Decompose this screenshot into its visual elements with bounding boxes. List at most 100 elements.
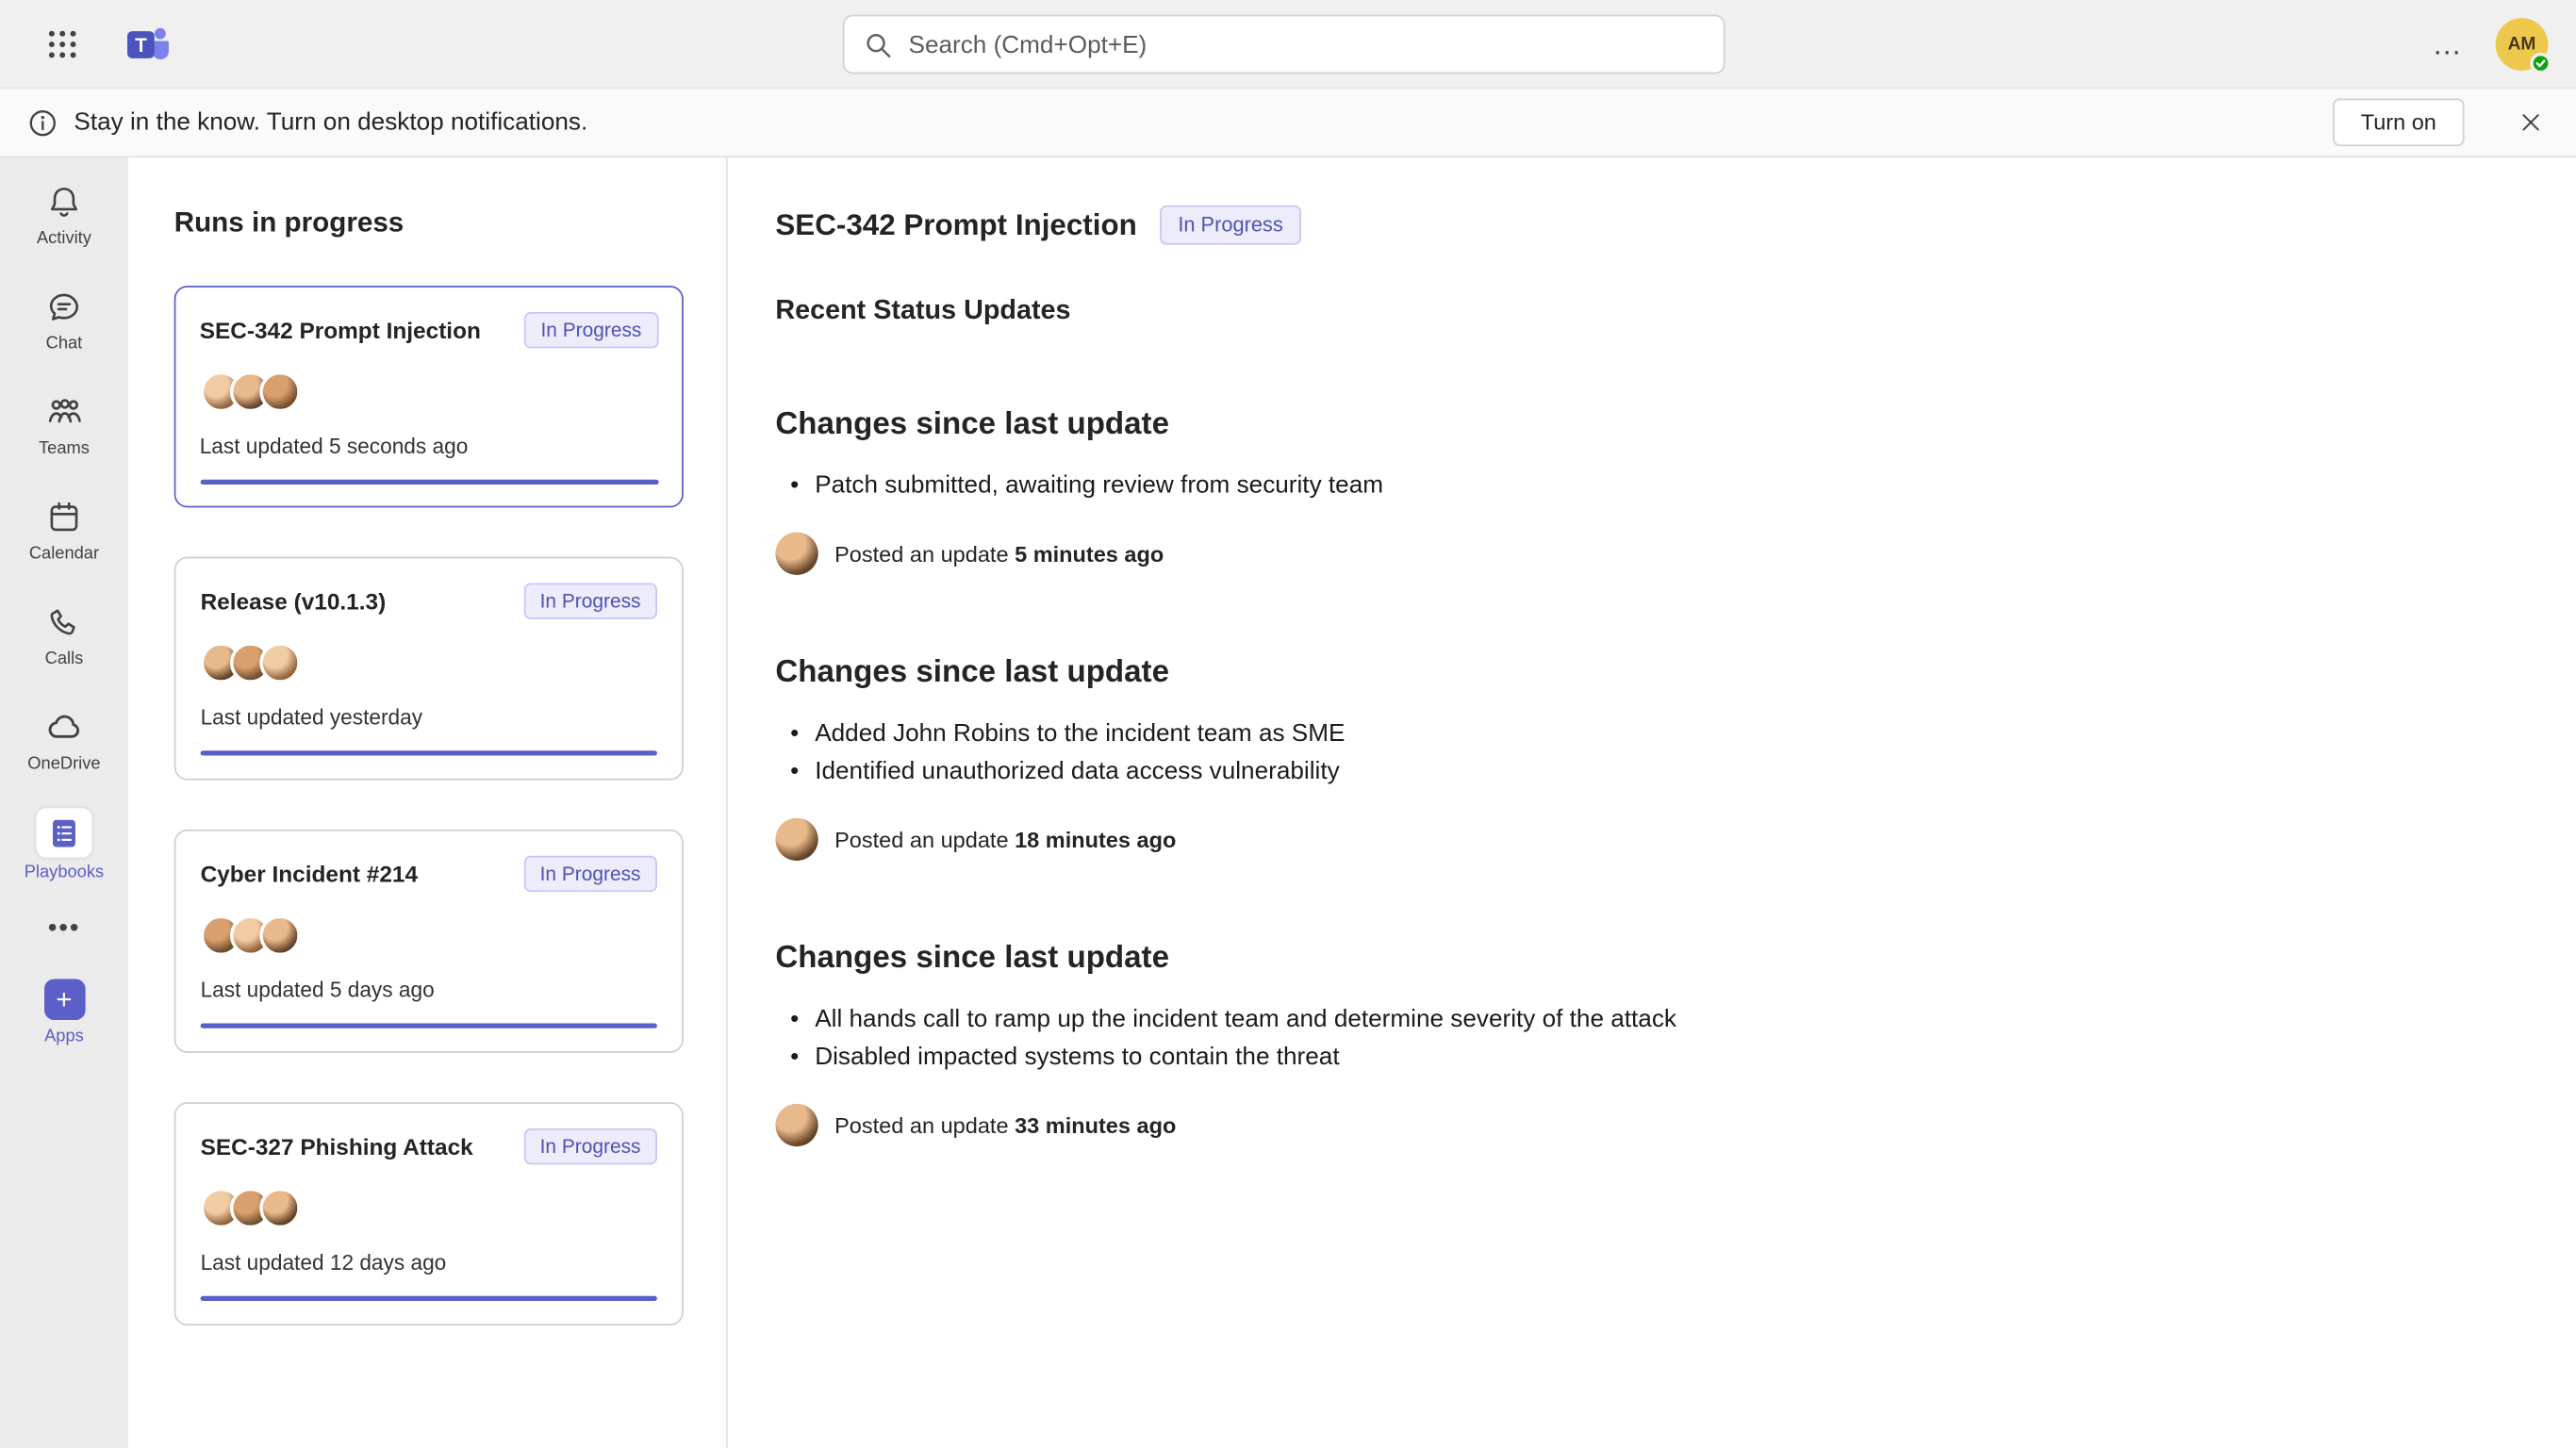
bullet-item: Added John Robins to the incident team a… (775, 715, 2510, 752)
avatar-initials: AM (2508, 35, 2536, 55)
sidebar-item-label: Apps (44, 1026, 84, 1045)
facepile (201, 914, 657, 956)
avatar (259, 1188, 301, 1229)
status-badge: In Progress (523, 1128, 657, 1164)
posted-text: Posted an update 33 minutes ago (834, 1112, 1176, 1137)
sidebar-item-calls[interactable]: Calls (0, 582, 128, 687)
section-title: Recent Status Updates (775, 296, 2510, 327)
sidebar-item-teams[interactable]: Teams (0, 371, 128, 477)
bullet-item: Patch submitted, awaiting review from se… (775, 467, 2510, 504)
run-card-title: SEC-342 Prompt Injection (200, 311, 481, 342)
phone-icon (42, 601, 85, 643)
run-card-sec-342[interactable]: SEC-342 Prompt Injection In Progress Las… (174, 286, 684, 507)
sidebar-item-label: OneDrive (27, 753, 100, 773)
update-bullets: Added John Robins to the incident team a… (775, 715, 2510, 790)
posted-text: Posted an update 5 minutes ago (834, 541, 1164, 566)
avatar (259, 642, 301, 683)
notebook-icon (36, 807, 91, 856)
app-rail: Activity Chat (0, 157, 128, 1448)
avatar (258, 370, 300, 412)
last-updated-text: Last updated 5 days ago (201, 978, 657, 1002)
bell-icon (42, 180, 85, 222)
sidebar-item-label: Playbooks (25, 862, 104, 881)
sidebar-item-label: Calls (45, 648, 84, 667)
facepile (200, 370, 658, 412)
teams-window: T … AM Stay in the know. Turn on desktop… (0, 0, 2576, 1448)
top-bar: T … AM (0, 0, 2576, 89)
search-bar (843, 15, 1726, 74)
update-heading: Changes since last update (775, 941, 2510, 977)
progress-bar (201, 1296, 657, 1301)
run-card-title: SEC-327 Phishing Attack (201, 1128, 473, 1160)
svg-text:T: T (135, 35, 147, 57)
sidebar-item-activity[interactable]: Activity (0, 161, 128, 267)
sidebar-item-label: Chat (46, 333, 83, 353)
update-bullets: Patch submitted, awaiting review from se… (775, 467, 2510, 504)
last-updated-text: Last updated yesterday (201, 704, 657, 729)
facepile (201, 1188, 657, 1229)
close-icon[interactable] (2514, 106, 2547, 139)
status-update: Changes since last update Added John Rob… (775, 655, 2510, 861)
runs-panel: Runs in progress SEC-342 Prompt Injectio… (128, 157, 728, 1448)
sidebar-more-icon[interactable]: ••• (0, 897, 128, 963)
progress-bar (201, 750, 657, 755)
progress-bar (200, 479, 658, 484)
run-card-sec-327[interactable]: SEC-327 Phishing Attack In Progress Last… (174, 1102, 684, 1325)
status-update: Changes since last update Patch submitte… (775, 407, 2510, 575)
run-detail: SEC-342 Prompt Injection In Progress Rec… (728, 157, 2576, 1448)
people-icon (42, 390, 85, 433)
status-badge: In Progress (523, 584, 657, 619)
sidebar-item-label: Calendar (29, 543, 99, 563)
sidebar-item-label: Teams (39, 437, 90, 457)
update-heading: Changes since last update (775, 655, 2510, 691)
status-badge: In Progress (1160, 206, 1301, 245)
waffle-menu-icon[interactable] (42, 25, 82, 64)
teams-logo-icon[interactable]: T (124, 22, 173, 68)
update-heading: Changes since last update (775, 407, 2510, 443)
avatar (775, 533, 817, 575)
sidebar-item-chat[interactable]: Chat (0, 266, 128, 371)
bullet-item: Disabled impacted systems to contain the… (775, 1038, 2510, 1076)
apps-plus-icon: + (43, 979, 85, 1020)
run-card-release[interactable]: Release (v10.1.3) In Progress Last updat… (174, 557, 684, 781)
sidebar-item-onedrive[interactable]: OneDrive (0, 686, 128, 792)
sidebar-item-apps[interactable]: + Apps (0, 963, 128, 1061)
avatar (775, 818, 817, 861)
progress-bar (201, 1023, 657, 1028)
posted-row: Posted an update 5 minutes ago (775, 533, 2510, 575)
status-update: Changes since last update All hands call… (775, 941, 2510, 1146)
posted-row: Posted an update 18 minutes ago (775, 818, 2510, 861)
chat-icon (42, 285, 85, 327)
calendar-icon (42, 495, 85, 537)
run-card-title: Release (v10.1.3) (201, 584, 387, 615)
update-bullets: All hands call to ramp up the incident t… (775, 1000, 2510, 1076)
search-input[interactable] (909, 30, 1704, 58)
user-avatar[interactable]: AM (2496, 18, 2549, 71)
notification-banner: Stay in the know. Turn on desktop notifi… (0, 89, 2576, 157)
status-badge: In Progress (524, 311, 658, 347)
run-card-cyber-incident[interactable]: Cyber Incident #214 In Progress Last upd… (174, 830, 684, 1053)
posted-row: Posted an update 33 minutes ago (775, 1104, 2510, 1146)
avatar (259, 914, 301, 956)
cloud-icon (42, 705, 85, 748)
status-available-icon (2530, 53, 2551, 74)
posted-text: Posted an update 18 minutes ago (834, 827, 1176, 851)
sidebar-item-label: Activity (37, 227, 91, 247)
sidebar-item-calendar[interactable]: Calendar (0, 476, 128, 582)
status-badge: In Progress (523, 856, 657, 892)
page-title: SEC-342 Prompt Injection (775, 207, 1136, 242)
more-options-icon[interactable]: … (2428, 28, 2468, 61)
bullet-item: All hands call to ramp up the incident t… (775, 1000, 2510, 1038)
sidebar-item-playbooks[interactable]: Playbooks (0, 792, 128, 897)
avatar (775, 1104, 817, 1146)
turn-on-button[interactable]: Turn on (2333, 99, 2464, 147)
info-icon (26, 106, 59, 139)
run-card-title: Cyber Incident #214 (201, 856, 418, 887)
last-updated-text: Last updated 12 days ago (201, 1250, 657, 1275)
search-icon (864, 30, 892, 58)
runs-panel-title: Runs in progress (174, 207, 726, 240)
last-updated-text: Last updated 5 seconds ago (200, 433, 658, 457)
banner-text: Stay in the know. Turn on desktop notifi… (74, 108, 587, 137)
facepile (201, 642, 657, 683)
bullet-item: Identified unauthorized data access vuln… (775, 752, 2510, 790)
